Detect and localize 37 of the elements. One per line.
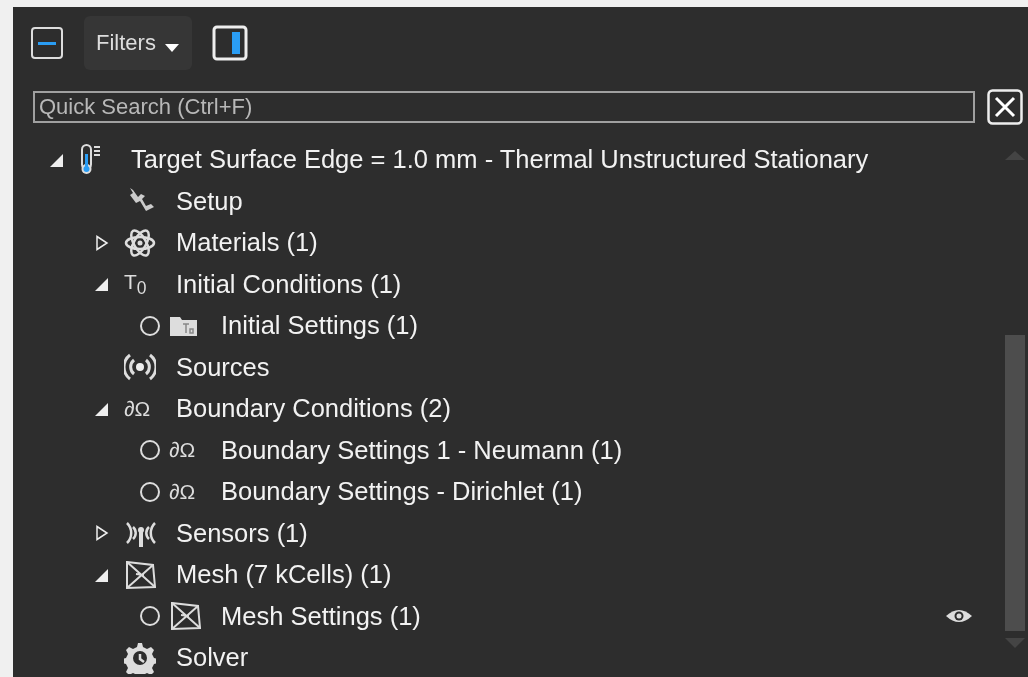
- tree-item[interactable]: Materials (1): [176, 228, 318, 258]
- thermometer-icon: [79, 143, 103, 176]
- atom-icon: [124, 226, 156, 259]
- tree-item[interactable]: Sources: [176, 352, 270, 382]
- tree-item[interactable]: Boundary Conditions (2): [176, 394, 451, 424]
- collapsed-arrow-icon[interactable]: [94, 234, 110, 251]
- radio-button[interactable]: [139, 314, 161, 337]
- collapsed-arrow-icon[interactable]: [94, 525, 110, 542]
- close-button[interactable]: [987, 89, 1023, 125]
- tree-item[interactable]: Sensors (1): [176, 518, 308, 548]
- symbol-icon: ∂Ω: [169, 438, 196, 463]
- radio-button[interactable]: [139, 480, 161, 503]
- collapse-all-button[interactable]: [30, 26, 64, 60]
- caret-icon: [163, 43, 180, 53]
- symbol-icon: ∂Ω: [124, 396, 151, 421]
- expanded-arrow-icon[interactable]: [94, 276, 110, 293]
- tree-item[interactable]: Mesh Settings (1): [221, 601, 421, 631]
- tree-item[interactable]: Mesh (7 kCells) (1): [176, 560, 392, 590]
- eye-icon[interactable]: [945, 608, 973, 625]
- mesh-icon: [169, 600, 201, 633]
- gear-icon: [124, 641, 156, 674]
- symbol-icon: ∂Ω: [169, 479, 196, 504]
- tree-item[interactable]: Initial Conditions (1): [176, 269, 402, 299]
- filters-dropdown[interactable]: Filters: [84, 16, 192, 70]
- tree-item[interactable]: Initial Settings (1): [221, 311, 418, 341]
- tree-item[interactable]: Solver: [176, 643, 249, 673]
- tree-item[interactable]: Boundary Settings - Dirichlet (1): [221, 477, 583, 507]
- tree-item[interactable]: Setup: [176, 186, 243, 216]
- scrollbar-thumb[interactable]: [1005, 335, 1025, 631]
- tree-item[interactable]: Target Surface Edge = 1.0 mm - Thermal Unstructured Stationary: [131, 145, 869, 175]
- panel-toggle-button[interactable]: [211, 25, 248, 61]
- radio-button[interactable]: [139, 605, 161, 628]
- symbol-icon: T$_{0}$: [124, 269, 147, 299]
- search-field[interactable]: Quick Search (Ctrl+F): [33, 91, 975, 123]
- mesh-icon: [124, 558, 156, 591]
- radio-button[interactable]: [139, 439, 161, 462]
- tree-item[interactable]: Boundary Settings 1 - Neumann (1): [221, 435, 623, 465]
